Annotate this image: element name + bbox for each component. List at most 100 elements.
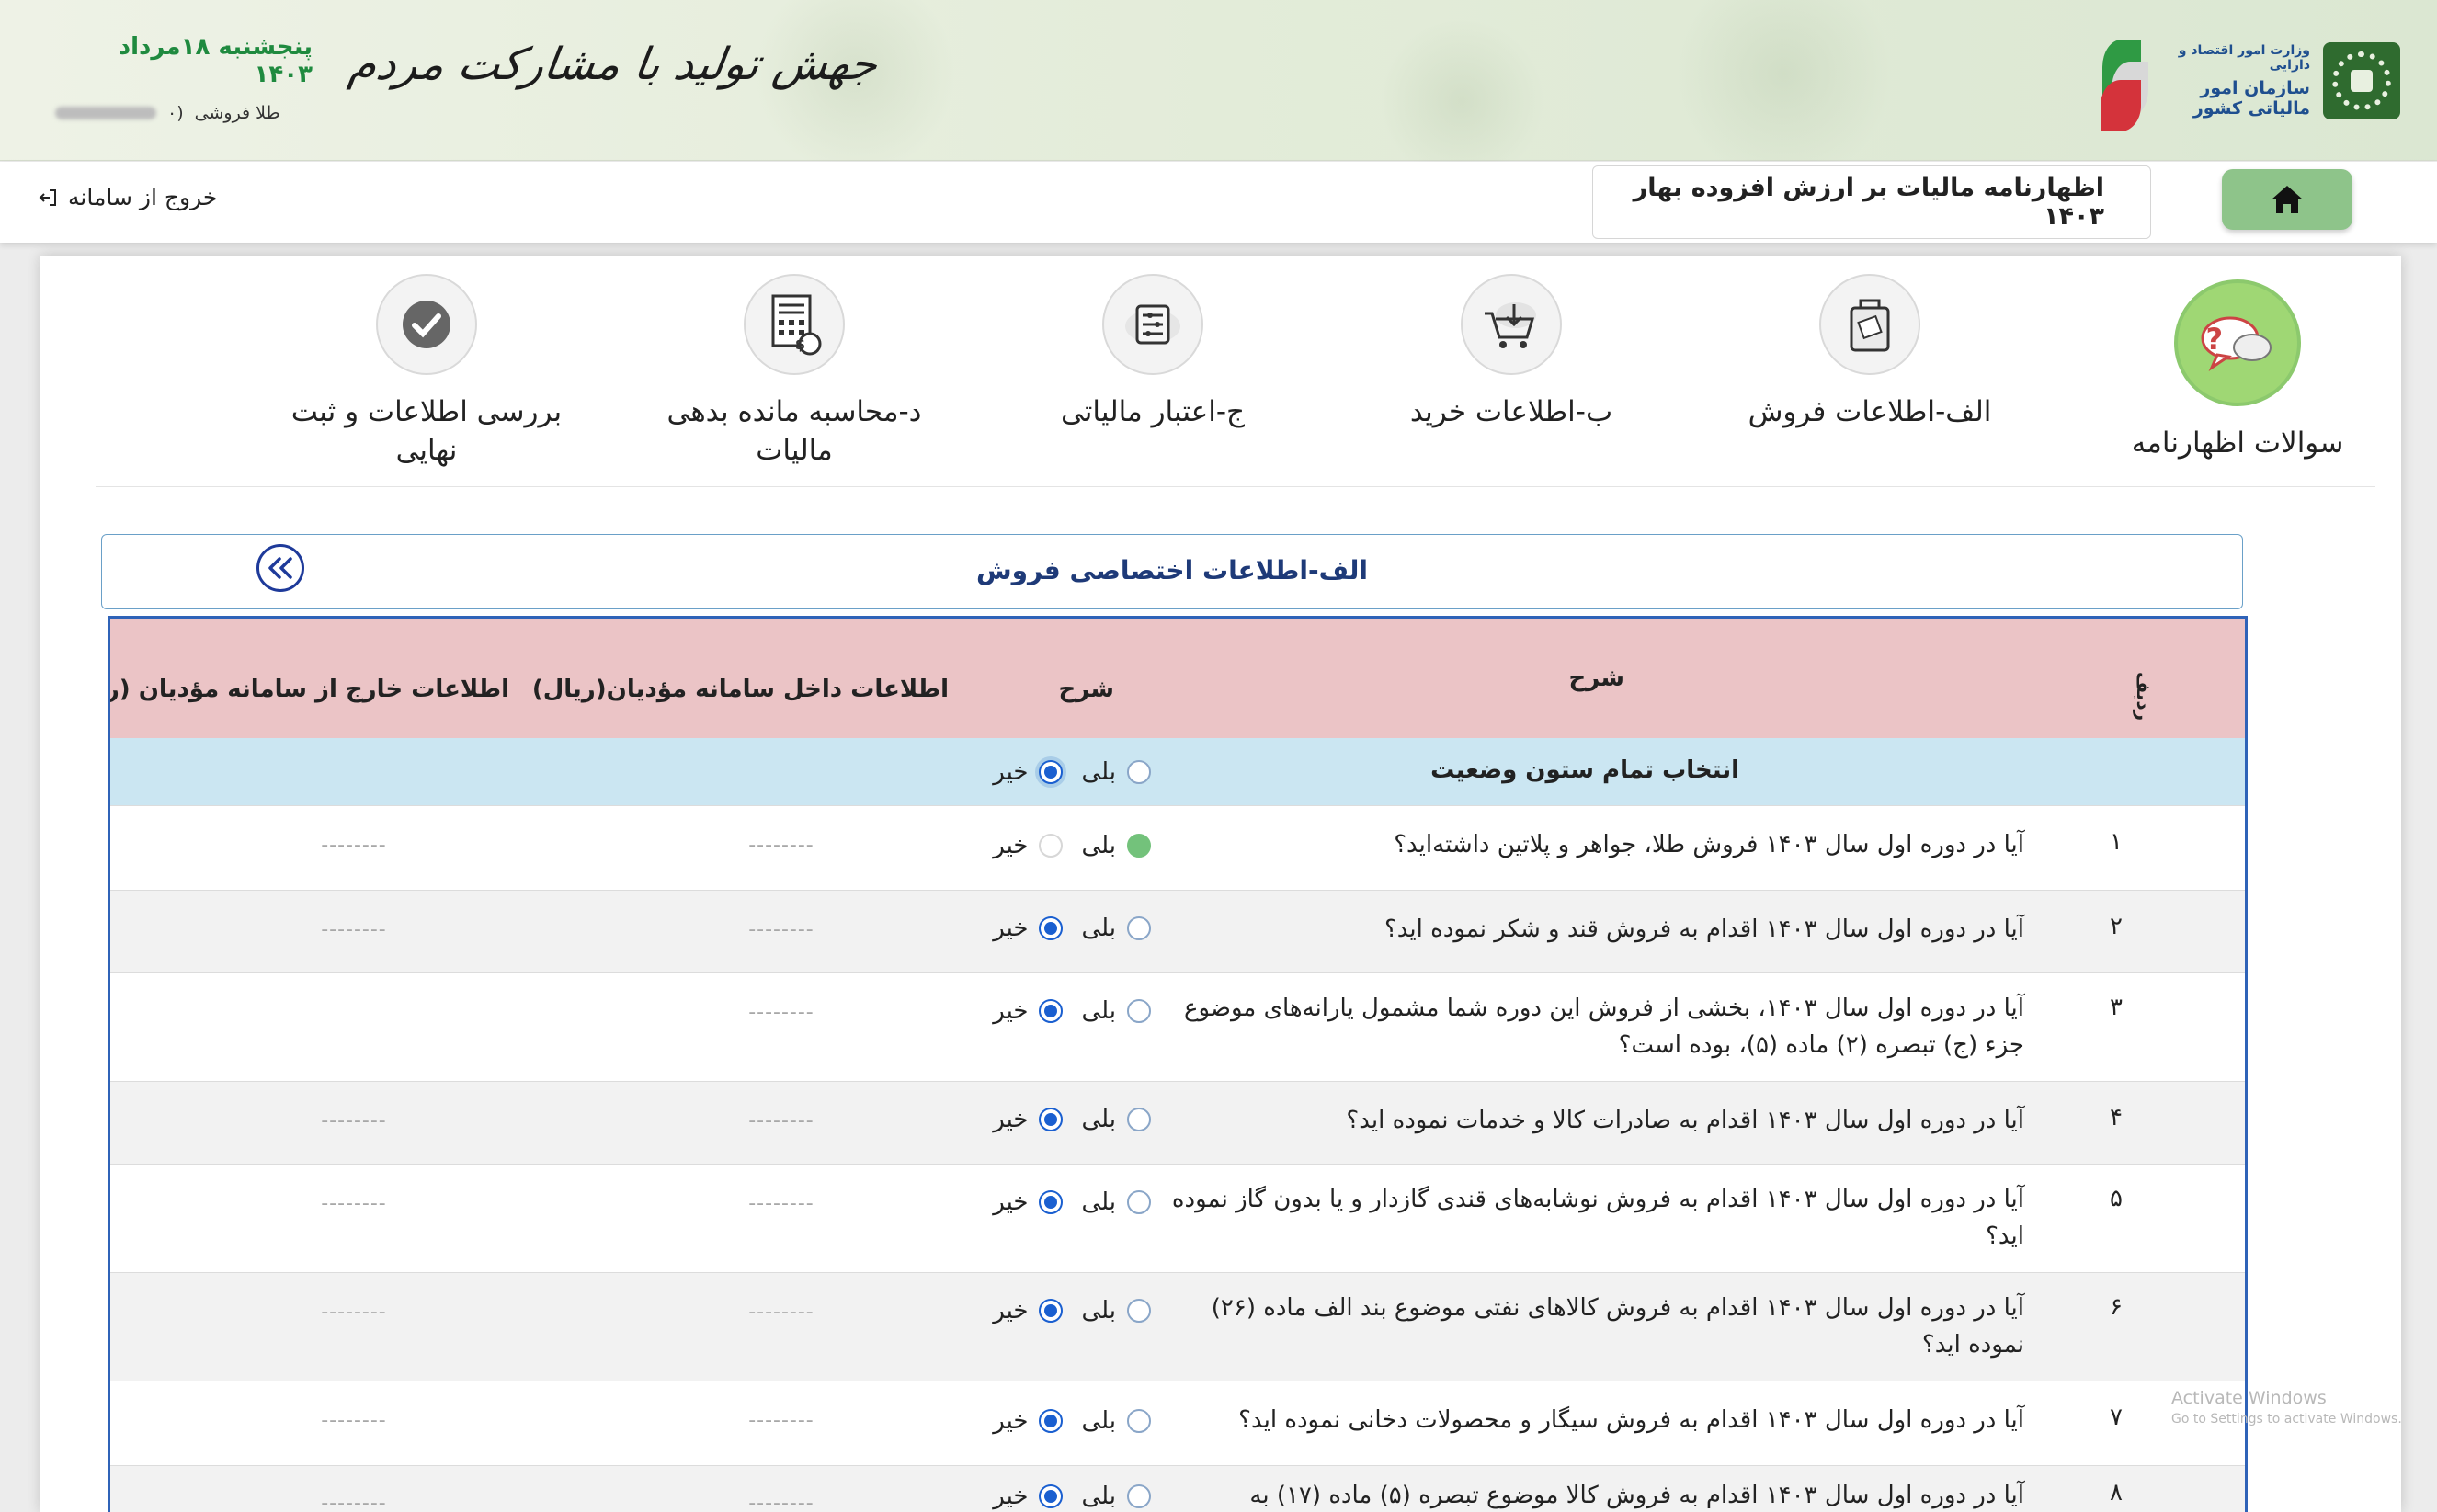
yes-label: بلی <box>1081 1106 1116 1133</box>
yes-radio[interactable] <box>1127 1190 1151 1214</box>
no-radio[interactable] <box>1039 1484 1064 1508</box>
step-purchases[interactable]: ب-اطلاعات خرید <box>1364 274 1658 432</box>
organization-name: سازمان امور مالیاتی کشور <box>2192 78 2310 119</box>
step-label: ج-اعتبار مالیاتی <box>1060 395 1246 428</box>
section-title: الف-اطلاعات اختصاصی فروش <box>975 555 1369 585</box>
header-inside-system: اطلاعات داخل سامانه مؤدیان(ریال) <box>531 676 949 703</box>
yes-radio[interactable] <box>1127 916 1151 940</box>
home-button[interactable] <box>2222 169 2352 230</box>
svg-text:$: $ <box>795 335 805 353</box>
user-type: طلا فروشی <box>194 103 280 123</box>
row-number: ۲ <box>2110 913 2123 940</box>
header-ornament <box>1673 0 1894 184</box>
inside-system-value: -------- <box>748 1301 814 1324</box>
flag-swoosh-icon <box>2097 30 2150 131</box>
slogan-calligraphy: جهش تولید با مشارکت مردم <box>346 39 882 90</box>
yes-label: بلی <box>1081 915 1116 942</box>
step-debt-calc[interactable]: $ د-محاسبه مانده بدهی مالیات <box>647 274 941 471</box>
answer-radios: بلی خیر <box>980 1483 1151 1510</box>
header-rownum: ردیف <box>2133 672 2155 722</box>
no-label: خیر <box>993 1297 1029 1324</box>
row-number: ۵ <box>2110 1185 2123 1212</box>
no-radio[interactable] <box>1039 1409 1064 1433</box>
yes-label: بلی <box>1081 758 1116 786</box>
yes-radio[interactable] <box>1127 1299 1151 1323</box>
yes-label: بلی <box>1081 1188 1116 1216</box>
wizard-steps: ? سوالات اظهارنامه الف-اطلاعات فروش ب-اط… <box>96 274 2375 487</box>
table-row: ۵ آیا در دوره اول سال ۱۴۰۳ اقدام به فروش… <box>110 1165 2245 1273</box>
select-all-no-radio[interactable] <box>1039 760 1064 784</box>
outside-system-value: -------- <box>321 1409 387 1432</box>
answer-radios: بلی خیر <box>980 1407 1151 1435</box>
step-tax-credit[interactable]: ج-اعتبار مالیاتی <box>1006 274 1300 432</box>
row-number: ۴ <box>2110 1104 2123 1131</box>
row-question: آیا در دوره اول سال ۱۴۰۳ اقدام به فروش ک… <box>1211 1294 2024 1359</box>
sales-questions-table: ردیف شرح شرح اطلاعات داخل سامانه مؤدیان(… <box>108 616 2248 1512</box>
step-sales[interactable]: الف-اطلاعات فروش <box>1723 274 2017 432</box>
top-navbar: اظهارنامه مالیات بر ارزش افزوده بهار ۱۴۰… <box>0 162 2437 243</box>
home-icon <box>2272 186 2303 213</box>
yes-radio[interactable] <box>1127 999 1151 1023</box>
no-radio[interactable] <box>1039 999 1064 1023</box>
emblem-icon <box>2323 42 2400 119</box>
yes-label: بلی <box>1081 832 1116 859</box>
row-question: آیا در دوره اول سال ۱۴۰۳ اقدام به صادرات… <box>1346 1107 2024 1134</box>
masked-user-id <box>55 107 156 119</box>
section-header: الف-اطلاعات اختصاصی فروش <box>101 534 2243 609</box>
table-row: ۳ آیا در دوره اول سال ۱۴۰۳، بخشی از فروش… <box>110 973 2245 1082</box>
answer-radios: بلی خیر <box>980 1106 1151 1133</box>
header-description: شرح <box>1568 665 1624 692</box>
user-info: طلا فروشی (۰ <box>55 103 313 123</box>
inside-system-value: -------- <box>748 1109 814 1132</box>
header-ornament <box>1379 18 1544 184</box>
outside-system-value: -------- <box>321 834 387 857</box>
tax-credit-icon <box>1125 304 1180 345</box>
yes-radio[interactable] <box>1127 1108 1151 1131</box>
logout-icon <box>39 188 56 206</box>
no-radio[interactable] <box>1039 1108 1064 1131</box>
no-radio[interactable] <box>1039 916 1064 940</box>
windows-activation-watermark: Activate Windows Go to Settings to activ… <box>2171 1388 2402 1427</box>
organization-logo[interactable]: وزارت امور اقتصاد و دارایی سازمان امور م… <box>2097 26 2400 136</box>
svg-text:?: ? <box>2205 322 2223 357</box>
yes-label: بلی <box>1081 997 1116 1025</box>
logout-link[interactable]: خروج از سامانه <box>37 184 217 210</box>
no-radio[interactable] <box>1039 834 1064 858</box>
no-label: خیر <box>993 832 1029 859</box>
collapse-button[interactable] <box>256 544 304 592</box>
ministry-name: وزارت امور اقتصاد و دارایی <box>2178 43 2310 73</box>
row-question: آیا در دوره اول سال ۱۴۰۳ اقدام به فروش ک… <box>1249 1482 2024 1509</box>
answer-radios: بلی خیر <box>980 997 1151 1025</box>
no-label: خیر <box>993 1188 1029 1216</box>
inside-system-value: -------- <box>748 918 814 941</box>
no-radio[interactable] <box>1039 1299 1064 1323</box>
logout-label: خروج از سامانه <box>68 184 218 210</box>
table-row: ۴ آیا در دوره اول سال ۱۴۰۳ اقدام به صادر… <box>110 1082 2245 1165</box>
row-number: ۳ <box>2110 994 2123 1021</box>
no-label: خیر <box>993 915 1029 942</box>
inside-system-value: -------- <box>748 834 814 857</box>
watermark-line2: Go to Settings to activate Windows. <box>2171 1412 2402 1427</box>
yes-radio[interactable] <box>1127 834 1151 858</box>
answer-radios: بلی خیر <box>980 1188 1151 1216</box>
outside-system-value: -------- <box>321 918 387 941</box>
row-number: ۶ <box>2110 1293 2123 1321</box>
table-row: ۲ آیا در دوره اول سال ۱۴۰۳ اقدام به فروش… <box>110 891 2245 973</box>
table-row: ۸ آیا در دوره اول سال ۱۴۰۳ اقدام به فروش… <box>110 1466 2245 1512</box>
step-questions[interactable]: ? سوالات اظهارنامه <box>2090 279 2385 463</box>
select-all-yes-radio[interactable] <box>1127 760 1151 784</box>
outside-system-value: -------- <box>321 1301 387 1324</box>
table-header: ردیف شرح شرح اطلاعات داخل سامانه مؤدیان(… <box>110 619 2245 738</box>
user-suffix: (۰ <box>167 103 184 123</box>
yes-radio[interactable] <box>1127 1409 1151 1433</box>
step-review-submit[interactable]: بررسی اطلاعات و ثبت نهایی <box>279 274 574 471</box>
step-label: د-محاسبه مانده بدهی مالیات <box>666 395 922 467</box>
yes-radio[interactable] <box>1127 1484 1151 1508</box>
no-radio[interactable] <box>1039 1190 1064 1214</box>
no-label: خیر <box>993 1407 1029 1435</box>
inside-system-value: -------- <box>748 1409 814 1432</box>
declaration-title: اظهارنامه مالیات بر ارزش افزوده بهار ۱۴۰… <box>1592 165 2151 239</box>
sales-bag-icon <box>1850 299 1890 352</box>
question-chat-icon: ? <box>2201 316 2272 372</box>
calculator-icon: $ <box>771 294 822 356</box>
